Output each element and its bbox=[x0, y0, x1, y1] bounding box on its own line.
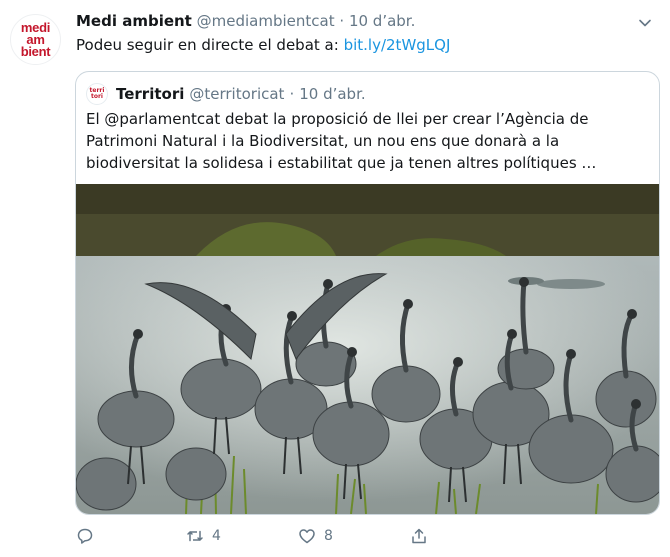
quote-author-name[interactable]: Territori bbox=[116, 85, 184, 103]
quote-photo[interactable] bbox=[76, 184, 659, 514]
tweet-header: Medi ambient @mediambientcat · 10 d’abr. bbox=[76, 12, 650, 34]
share-button[interactable] bbox=[410, 524, 436, 548]
tweet-date[interactable]: 10 d’abr. bbox=[349, 12, 415, 30]
retweet-count: 4 bbox=[212, 528, 221, 544]
retweet-button[interactable]: 4 bbox=[186, 524, 221, 548]
quote-text: El @parlamentcat debat la proposició de … bbox=[86, 110, 597, 172]
quote-separator: · bbox=[289, 85, 295, 103]
author-name[interactable]: Medi ambient bbox=[76, 12, 192, 30]
quote-avatar[interactable]: terri tori bbox=[86, 83, 108, 105]
crane-photo bbox=[76, 184, 659, 514]
quote-header: terri tori Territori @territoricat · 10 … bbox=[86, 83, 366, 105]
author-handle[interactable]: @mediambientcat bbox=[197, 12, 335, 30]
tweet-actions: 4 8 bbox=[76, 524, 656, 548]
tweet-text: Podeu seguir en directe el debat a: bit.… bbox=[76, 36, 450, 54]
quote-avatar-line-2: tori bbox=[90, 93, 103, 100]
quote-date[interactable]: 10 d’abr. bbox=[299, 85, 365, 103]
like-count: 8 bbox=[324, 528, 333, 544]
avatar-line-3: bient bbox=[20, 43, 51, 59]
like-icon bbox=[299, 529, 315, 544]
chevron-down-icon[interactable] bbox=[638, 16, 652, 30]
tweet-link[interactable]: bit.ly/2tWgLQJ bbox=[344, 36, 451, 54]
reply-icon bbox=[77, 528, 93, 544]
quoted-tweet[interactable]: terri tori Territori @territoricat · 10 … bbox=[75, 71, 660, 515]
quote-author-handle[interactable]: @territoricat bbox=[189, 85, 284, 103]
avatar[interactable]: medi am bient bbox=[10, 14, 61, 65]
retweet-icon bbox=[187, 530, 203, 542]
reply-button[interactable] bbox=[76, 524, 102, 548]
share-icon bbox=[412, 528, 426, 544]
like-button[interactable]: 8 bbox=[298, 524, 333, 548]
separator: · bbox=[339, 12, 345, 30]
tweet-text-prefix: Podeu seguir en directe el debat a: bbox=[76, 36, 339, 54]
